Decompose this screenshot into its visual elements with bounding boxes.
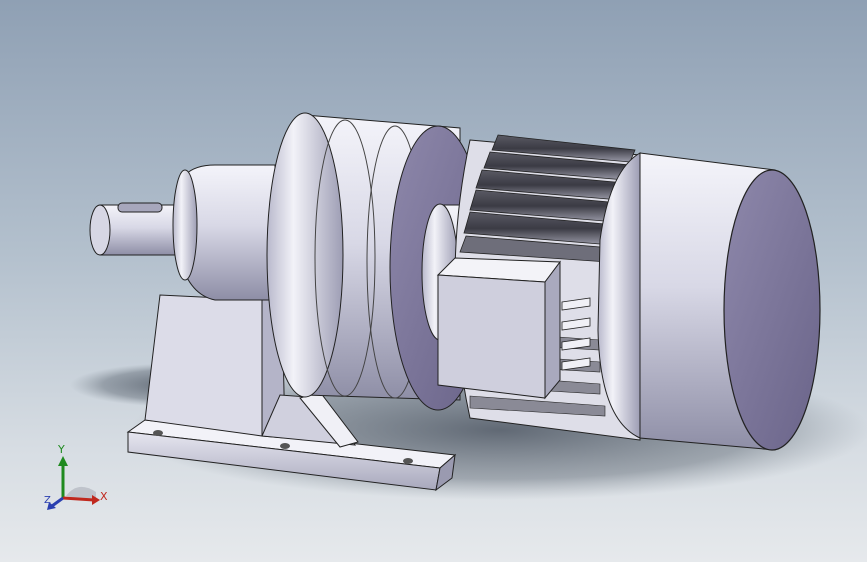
output-housing[interactable] [172,164,276,301]
triad-y-label: Y [58,443,65,456]
fan-cover-end-face [723,169,821,451]
output-shaft[interactable] [89,202,176,256]
bolt-hole [153,430,163,436]
bolt-hole [280,443,290,449]
triad-z-label: Z [44,495,51,506]
bolt-hole [403,458,413,464]
graphics-viewport[interactable]: Y X Z [0,0,867,562]
reference-triad[interactable]: Y X Z [38,440,118,520]
triad-x-label: X [100,490,108,503]
reference-triad-icon [47,456,100,510]
motor-fan-cover[interactable] [597,152,821,451]
gear-motor-model[interactable] [0,0,867,562]
shaft-keyway [117,202,163,213]
